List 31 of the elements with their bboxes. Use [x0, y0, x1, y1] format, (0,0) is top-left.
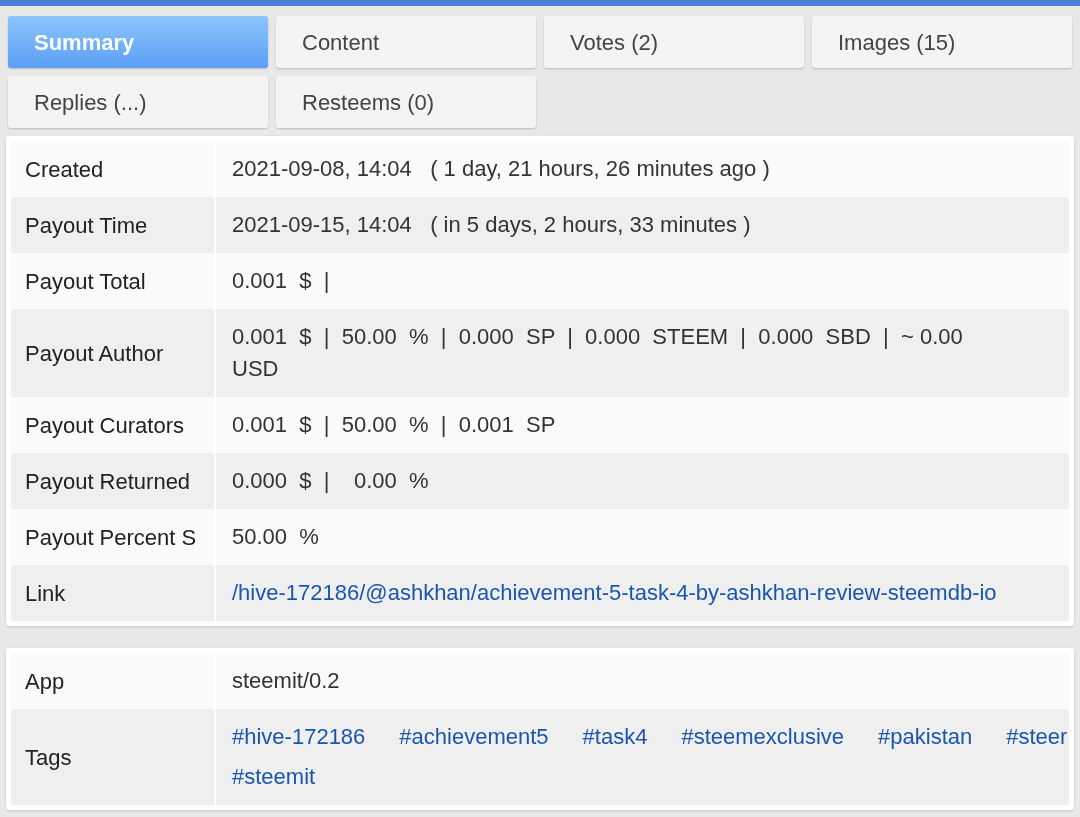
field-value: 0.001 $ | 50.00 % | 0.001 SP [232, 412, 556, 437]
field-value: 50.00 % [232, 524, 319, 549]
tag-link[interactable]: #steer [1006, 721, 1068, 753]
field-label: Payout Time [25, 211, 148, 240]
field-value: 2021-09-08, 14:04 ( 1 day, 21 hours, 26 minutes ago ) [232, 156, 770, 181]
tag-link[interactable]: #steemexclusive [681, 721, 845, 753]
tab[interactable]: Replies (...) [8, 76, 268, 128]
post-link[interactable]: /hive-172186/@ashkhan/achievement-5-task-4-by-ashkhan-review-steemdb-io [232, 580, 997, 605]
tab[interactable]: Content [276, 16, 536, 68]
field-label: Payout Returned [25, 467, 191, 496]
tab[interactable]: Votes (2) [544, 16, 804, 68]
field-label: Payout Total [25, 267, 146, 296]
tab[interactable]: Resteems (0) [276, 76, 536, 128]
field-value: 2021-09-15, 14:04 ( in 5 days, 2 hours, 33 minutes ) [232, 212, 751, 237]
field-label: Payout Percent S [25, 523, 197, 552]
field-label: Tags [25, 743, 72, 772]
tag-link[interactable]: #pakistan [878, 721, 973, 753]
tag-link[interactable]: #steemit [232, 761, 316, 793]
field-label: Payout Curators [25, 411, 184, 440]
field-label: Payout Author [25, 339, 164, 368]
field-label: Created [25, 155, 104, 184]
tag-link[interactable]: #task4 [582, 721, 648, 753]
field-value: 0.001 $ | [232, 268, 330, 293]
field-value: 0.001 $ | 50.00 % | 0.000 SP | 0.000 STEEM | 0.000 SBD | ~ 0.00 USD [232, 324, 964, 381]
field-label: App [25, 667, 65, 696]
tab[interactable]: Images (15) [812, 16, 1072, 68]
field-value: 0.000 $ | 0.00 % [232, 468, 429, 493]
field-label: Link [25, 579, 66, 608]
tag-link[interactable]: #hive-172186 [232, 721, 366, 753]
field-value: steemit/0.2 [232, 668, 340, 693]
tag-link[interactable]: #achievement5 [399, 721, 549, 753]
